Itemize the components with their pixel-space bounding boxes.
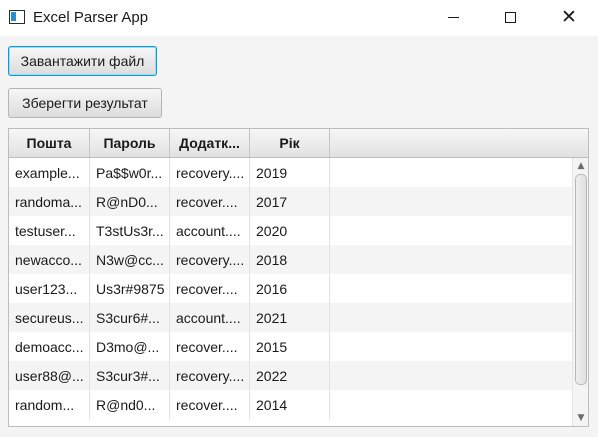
cell-year: 2020 (250, 216, 330, 245)
cell-year: 2014 (250, 390, 330, 419)
chevron-down-icon[interactable]: ▼ (573, 411, 588, 425)
cell-password: N3w@cc... (90, 245, 170, 274)
table-body: example... Pa$$w0r... recovery.... 2019 … (9, 158, 572, 426)
cell-email: secureus... (9, 303, 90, 332)
minimize-icon (447, 16, 459, 18)
chevron-up-icon[interactable]: ▲ (573, 159, 588, 173)
column-header-email[interactable]: Пошта (9, 129, 90, 157)
cell-password: D3mo@... (90, 332, 170, 361)
cell-email: random... (9, 390, 90, 419)
cell-filler (330, 390, 572, 419)
column-header-additional[interactable]: Додатк... (170, 129, 250, 157)
cell-password: R@nd0... (90, 390, 170, 419)
cell-additional: recovery.... (170, 361, 250, 390)
cell-additional: recover.... (170, 332, 250, 361)
cell-filler (330, 158, 572, 187)
cell-email: newacco... (9, 245, 90, 274)
column-header-year[interactable]: Рік (250, 129, 330, 157)
cell-email: example... (9, 158, 90, 187)
save-result-button[interactable]: Зберегти результат (8, 88, 162, 118)
table-row[interactable]: demoacc... D3mo@... recover.... 2015 (9, 332, 572, 361)
table-row[interactable]: example... Pa$$w0r... recovery.... 2019 (9, 158, 572, 187)
cell-email: randoma... (9, 187, 90, 216)
cell-filler (330, 216, 572, 245)
cell-filler (330, 361, 572, 390)
cell-year: 2019 (250, 158, 330, 187)
minimize-button[interactable] (430, 0, 476, 34)
cell-password: S3cur3#... (90, 361, 170, 390)
table-row[interactable]: randoma... R@nD0... recover.... 2017 (9, 187, 572, 216)
table-row[interactable]: user88@... S3cur3#... recovery.... 2022 (9, 361, 572, 390)
cell-email: demoacc... (9, 332, 90, 361)
cell-additional: recover.... (170, 274, 250, 303)
table-header: Пошта Пароль Додатк... Рік (9, 129, 588, 158)
cell-year: 2021 (250, 303, 330, 332)
window-title: Excel Parser App (33, 9, 149, 26)
cell-filler (330, 187, 572, 216)
cell-filler (330, 274, 572, 303)
app-icon (9, 10, 25, 24)
maximize-icon (504, 11, 516, 23)
table-row[interactable]: user123... Us3r#9875 recover.... 2016 (9, 274, 572, 303)
cell-password: T3stUs3r... (90, 216, 170, 245)
cell-filler (330, 303, 572, 332)
cell-year: 2018 (250, 245, 330, 274)
table-row[interactable]: newacco... N3w@cc... recovery.... 2018 (9, 245, 572, 274)
table-row[interactable]: secureus... S3cur6#... account.... 2021 (9, 303, 572, 332)
vertical-scrollbar[interactable]: ▲ ▼ (572, 158, 588, 426)
cell-year: 2015 (250, 332, 330, 361)
cell-filler (330, 332, 572, 361)
close-button[interactable]: ✕ (546, 0, 592, 34)
cell-additional: recovery.... (170, 158, 250, 187)
maximize-button[interactable] (487, 0, 533, 34)
column-header-password[interactable]: Пароль (90, 129, 170, 157)
cell-additional: account.... (170, 303, 250, 332)
main-content: Завантажити файл Зберегти результат Пошт… (0, 36, 598, 437)
cell-additional: recover.... (170, 187, 250, 216)
cell-password: R@nD0... (90, 187, 170, 216)
cell-year: 2022 (250, 361, 330, 390)
cell-password: Us3r#9875 (90, 274, 170, 303)
cell-email: testuser... (9, 216, 90, 245)
table-row[interactable]: testuser... T3stUs3r... account.... 2020 (9, 216, 572, 245)
cell-email: user88@... (9, 361, 90, 390)
cell-email: user123... (9, 274, 90, 303)
cell-year: 2017 (250, 187, 330, 216)
title-bar: Excel Parser App ✕ (0, 0, 598, 36)
cell-additional: account.... (170, 216, 250, 245)
cell-additional: recover.... (170, 390, 250, 419)
load-file-button[interactable]: Завантажити файл (8, 46, 157, 76)
cell-filler (330, 245, 572, 274)
table-row[interactable]: random... R@nd0... recover.... 2014 (9, 390, 572, 419)
cell-year: 2016 (250, 274, 330, 303)
column-header-filler (330, 129, 588, 157)
cell-additional: recovery.... (170, 245, 250, 274)
data-table[interactable]: Пошта Пароль Додатк... Рік example... Pa… (8, 128, 589, 427)
cell-password: Pa$$w0r... (90, 158, 170, 187)
scrollbar-thumb[interactable] (575, 174, 587, 385)
cell-password: S3cur6#... (90, 303, 170, 332)
close-icon: ✕ (561, 5, 577, 28)
